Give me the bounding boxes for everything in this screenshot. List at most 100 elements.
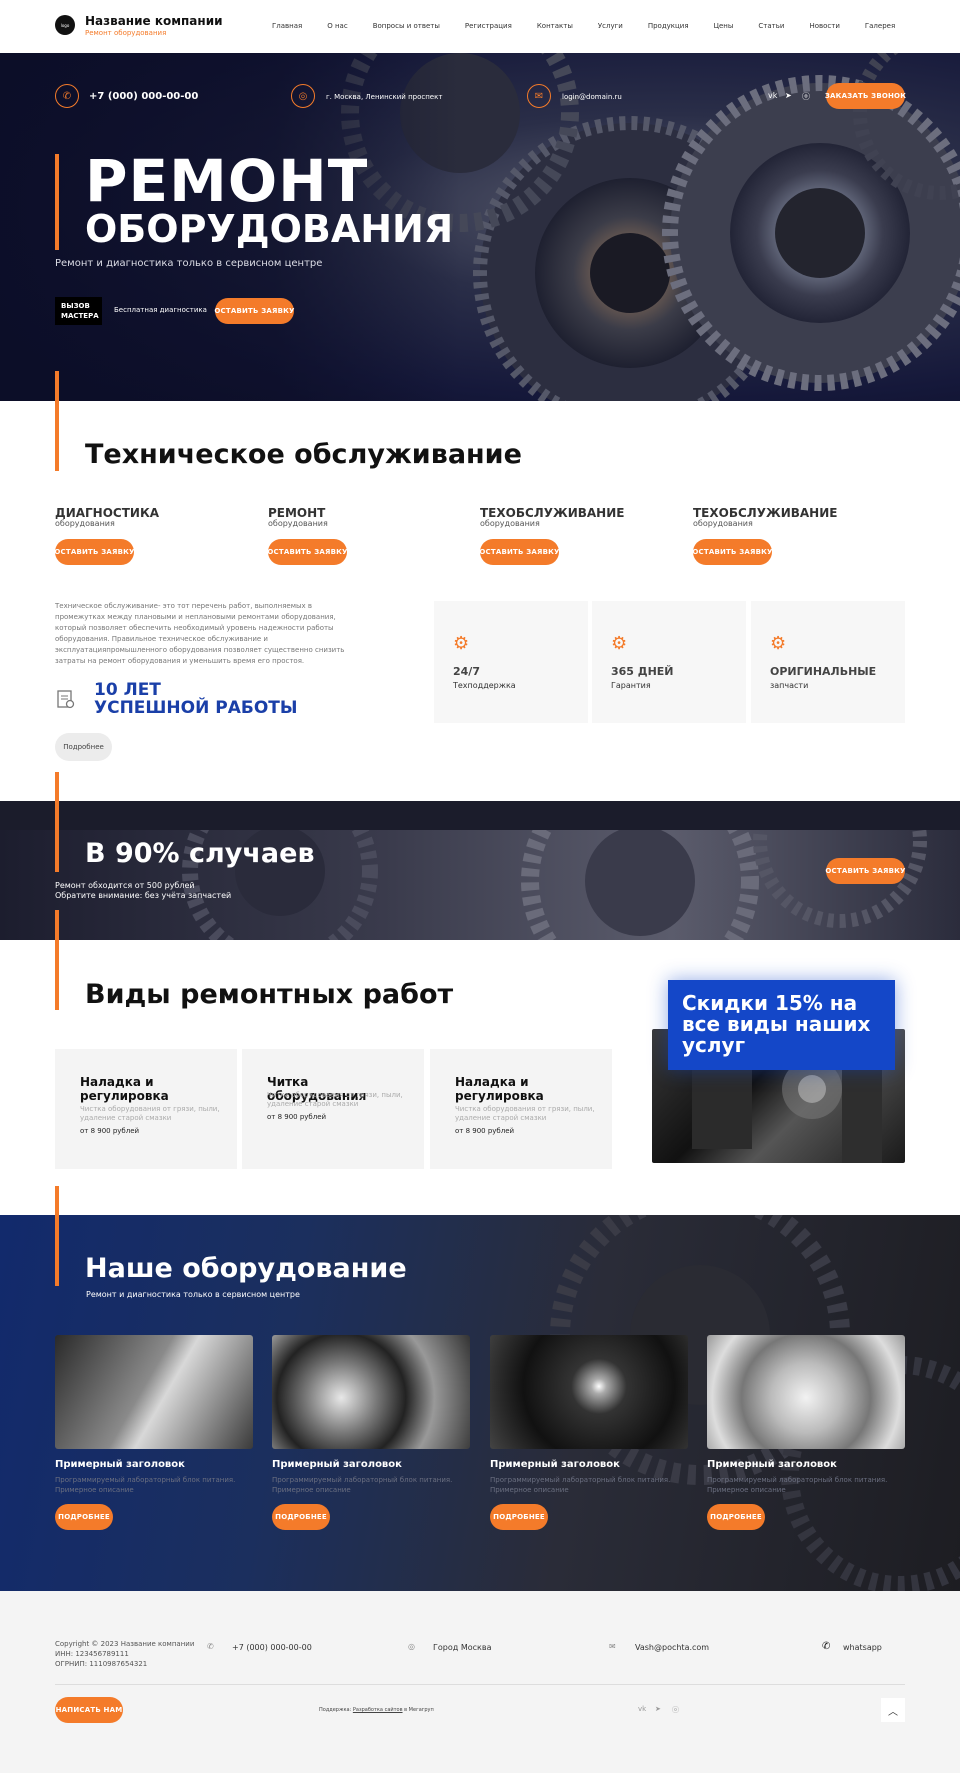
feature-sub: оборудования — [693, 519, 753, 528]
nav-item-products[interactable]: Продукция — [648, 22, 689, 30]
repair-card[interactable]: Читка оборудования Читка оборудования от… — [242, 1049, 424, 1169]
stat-label: Техподдержка — [453, 681, 516, 690]
whatsapp-icon[interactable]: ✆ — [822, 1641, 830, 1652]
equipment-image-gears[interactable] — [707, 1335, 905, 1449]
feature-request-button[interactable]: ОСТАВИТЬ ЗАЯВКУ — [479, 539, 559, 565]
odnoklassniki-icon[interactable]: ⓞ — [802, 91, 810, 102]
odnoklassniki-icon[interactable]: ⓞ — [672, 1705, 679, 1715]
equipment-image-sparks[interactable] — [490, 1335, 688, 1449]
repair-card[interactable]: Наладка и регулировка Чистка оборудовани… — [55, 1049, 237, 1169]
hero-title-line1: РЕМОНТ — [85, 147, 369, 215]
years-line2: УСПЕШНОЙ РАБОТЫ — [94, 698, 298, 718]
vk-icon[interactable]: vk — [768, 91, 777, 100]
equipment-image-lathe[interactable] — [55, 1335, 253, 1449]
hero-email[interactable]: login@domain.ru — [562, 93, 622, 101]
equipment-item-desc: Программируемый лабораторный блок питани… — [272, 1476, 453, 1494]
equipment-more-button[interactable]: ПОДРОБНЕЕ — [272, 1504, 330, 1530]
nav-item-services[interactable]: Услуги — [598, 22, 623, 30]
mail-icon: ✉ — [609, 1642, 616, 1651]
equipment-subtitle: Ремонт и диагностика только в сервисном … — [86, 1290, 300, 1299]
nav-item-register[interactable]: Регистрация — [465, 22, 512, 30]
repairs-accent-bar — [55, 910, 59, 1010]
vk-icon[interactable]: vk — [638, 1705, 646, 1713]
equipment-item-desc: Программируемый лабораторный блок питани… — [707, 1476, 888, 1494]
stat-value: ОРИГИНАЛЬНЫЕ — [770, 665, 877, 678]
equipment-image-cutter[interactable] — [272, 1335, 470, 1449]
equipment-more-button[interactable]: ПОДРОБНЕЕ — [707, 1504, 765, 1530]
feature-title-diagnostics: ДИАГНОСТИКА — [55, 506, 160, 520]
repair-card[interactable]: Наладка и регулировка Чистка оборудовани… — [430, 1049, 612, 1169]
hero-section: ✆ +7 (000) 000-00-00 ◎ г. Москва, Ленинс… — [0, 53, 960, 401]
site-footer: Copyright © 2023 Название компании ИНН: … — [0, 1591, 960, 1773]
company-name[interactable]: Название компании — [85, 14, 223, 28]
feature-title-repair: РЕМОНТ — [268, 506, 326, 520]
scroll-top-icon[interactable]: ︿ — [881, 1698, 905, 1722]
feature-request-button[interactable]: ОСТАВИТЬ ЗАЯВКУ — [267, 539, 347, 565]
feature-sub: оборудования — [55, 519, 115, 528]
company-tagline: Ремонт оборудования — [85, 29, 167, 37]
nav-item-articles[interactable]: Статьи — [758, 22, 784, 30]
maintenance-description: Техническое обслуживание- это тот перече… — [55, 602, 345, 665]
hero-phone[interactable]: +7 (000) 000-00-00 — [89, 91, 198, 102]
call-master-badge[interactable]: ВЫЗОВ МАСТЕРА — [55, 297, 102, 325]
promo-discount-text: Скидки 15% на все виды наших услуг — [682, 991, 871, 1057]
promo-discount-box: Скидки 15% на все виды наших услуг — [668, 980, 895, 1070]
stat-label: запчасти — [770, 681, 809, 690]
repair-card-price: от 8 900 рублей — [455, 1127, 515, 1135]
equipment-more-button[interactable]: ПОДРОБНЕЕ — [55, 1504, 113, 1530]
footer-whatsapp[interactable]: whatsapp — [843, 1643, 882, 1652]
equipment-item-desc: Программируемый лабораторный блок питани… — [490, 1476, 671, 1494]
nav-item-gallery[interactable]: Галерея — [865, 22, 895, 30]
telegram-icon[interactable]: ➤ — [785, 91, 792, 100]
logo[interactable]: logo — [55, 15, 75, 35]
location-icon: ◎ — [408, 1642, 415, 1651]
more-button[interactable]: Подробнее — [55, 733, 112, 761]
stat-card-support: ⚙ 24/7 Техподдержка — [434, 601, 588, 723]
hero-address: г. Москва, Ленинский проспект — [326, 93, 443, 101]
phone-icon: ✆ — [55, 84, 79, 108]
band-title: В 90% случаев — [85, 838, 315, 869]
footer-copyright: Copyright © 2023 Название компании — [55, 1640, 195, 1648]
repair-card-price: от 8 900 рублей — [80, 1127, 140, 1135]
maintenance-title: Техническое обслуживание — [85, 439, 522, 470]
nav-item-contacts[interactable]: Контакты — [537, 22, 573, 30]
band-accent-bar — [55, 772, 59, 872]
nav-item-prices[interactable]: Цены — [714, 22, 734, 30]
stat-card-parts: ⚙ ОРИГИНАЛЬНЫЕ запчасти — [751, 601, 905, 723]
feature-sub: оборудования — [268, 519, 328, 528]
phone-icon: ✆ — [207, 1642, 214, 1651]
nav-item-news[interactable]: Новости — [809, 22, 839, 30]
maintenance-accent-bar — [55, 371, 59, 471]
repair-card-price: от 8 900 рублей — [267, 1113, 327, 1121]
footer-divider — [55, 1684, 905, 1685]
equipment-item-title: Примерный заголовок — [707, 1459, 837, 1470]
feature-request-button[interactable]: ОСТАВИТЬ ЗАЯВКУ — [54, 539, 134, 565]
site-header: logo Название компании Ремонт оборудован… — [0, 0, 960, 53]
feature-title-maintenance-2: ТЕХОБСЛУЖИВАНИЕ — [693, 506, 838, 520]
gear-icon: ⚙ — [770, 633, 787, 654]
repair-card-desc: Чистка оборудования от грязи, пыли, удал… — [80, 1105, 220, 1122]
footer-city: Город Москва — [433, 1643, 492, 1652]
promo-band — [0, 801, 960, 940]
footer-phone[interactable]: +7 (000) 000-00-00 — [232, 1643, 312, 1652]
equipment-accent-bar — [55, 1186, 59, 1286]
band-request-button[interactable]: ОСТАВИТЬ ЗАЯВКУ — [825, 858, 905, 884]
mail-icon: ✉ — [527, 84, 551, 108]
equipment-more-button[interactable]: ПОДРОБНЕЕ — [490, 1504, 548, 1530]
nav-item-faq[interactable]: Вопросы и ответы — [373, 22, 440, 30]
repair-card-desc: Чистка оборудования от грязи, пыли, удал… — [455, 1105, 595, 1122]
gear-icon: ⚙ — [611, 633, 628, 654]
hero-leave-request-button[interactable]: ОСТАВИТЬ ЗАЯВКУ — [214, 298, 294, 324]
nav-item-about[interactable]: О нас — [327, 22, 347, 30]
telegram-icon[interactable]: ➤ — [655, 1705, 661, 1713]
nav-item-home[interactable]: Главная — [272, 22, 302, 30]
gear-icon: ⚙ — [453, 633, 470, 654]
footer-inn: ИНН: 123456789111 — [55, 1650, 129, 1658]
order-call-button[interactable]: ЗАКАЗАТЬ ЗВОНОК — [825, 83, 906, 109]
stat-value: 24/7 — [453, 665, 480, 678]
write-us-button[interactable]: НАПИСАТЬ НАМ — [55, 1697, 123, 1723]
footer-email[interactable]: Vash@pochta.com — [635, 1643, 709, 1652]
credit-link[interactable]: Разработка сайтов — [353, 1707, 403, 1713]
feature-request-button[interactable]: ОСТАВИТЬ ЗАЯВКУ — [692, 539, 772, 565]
hero-title-line2: ОБОРУДОВАНИЯ — [85, 207, 454, 251]
